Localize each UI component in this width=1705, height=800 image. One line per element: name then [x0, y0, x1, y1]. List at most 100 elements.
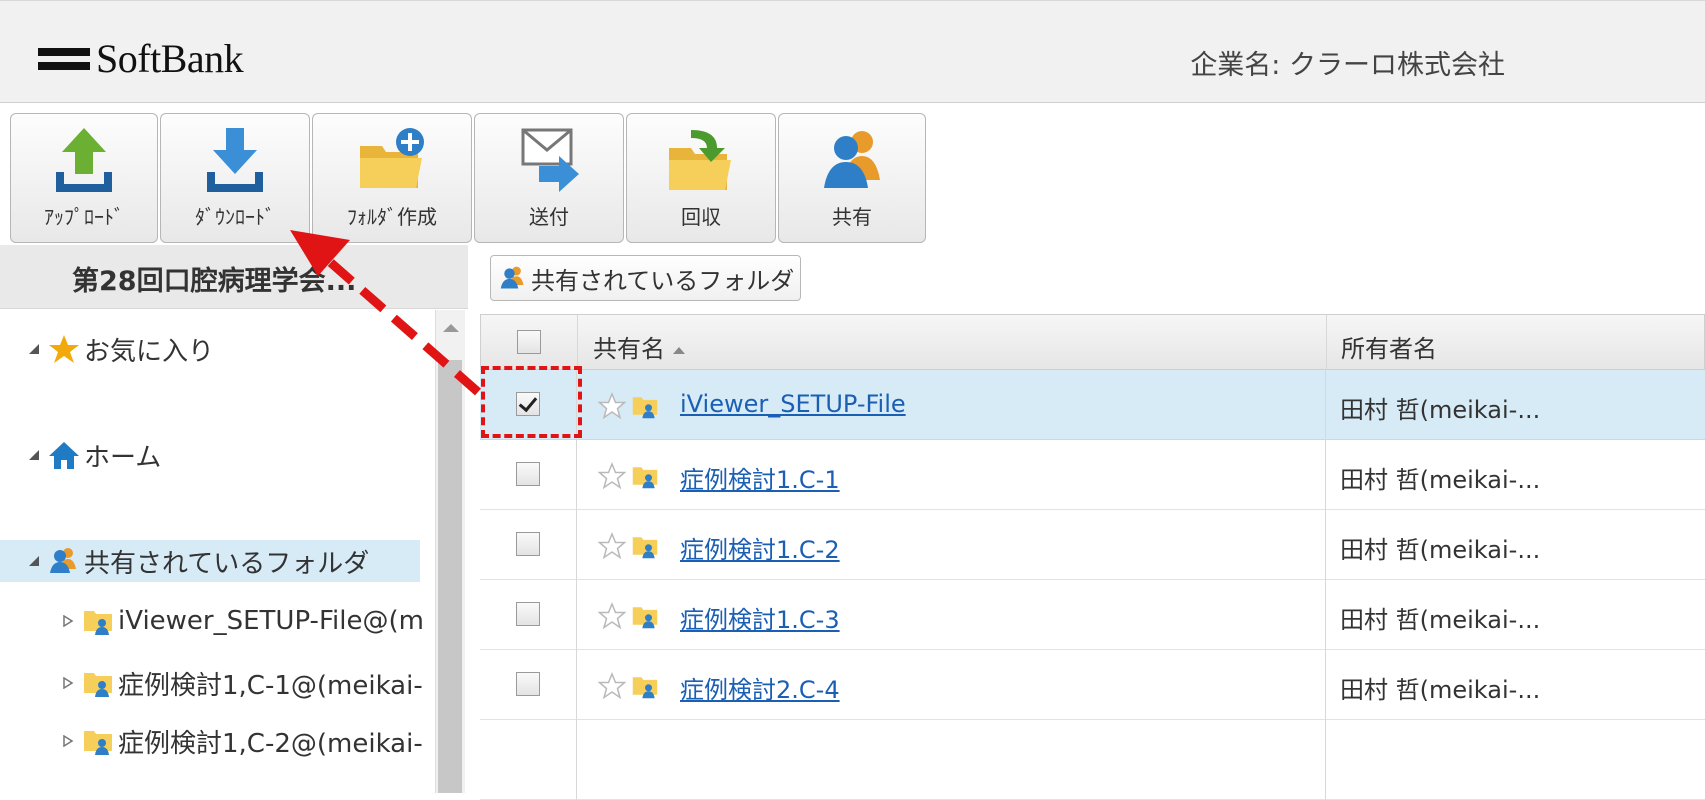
shared-folder-icon [632, 467, 658, 489]
favorite-star-icon[interactable] [598, 672, 626, 700]
row-checkbox[interactable] [516, 462, 540, 486]
home-icon [49, 442, 79, 469]
column-divider [1325, 370, 1326, 440]
tree-label-iviewer: iViewer_SETUP-File@(m [118, 606, 424, 636]
share-button[interactable]: 共有 [778, 113, 926, 243]
send-label: 送付 [529, 205, 569, 229]
owner-name: 田村 哲(meikai-... [1340, 396, 1541, 424]
softbank-logo: SoftBank [38, 36, 244, 81]
breadcrumb: 共有されているフォルダ [468, 245, 1705, 309]
tree-item-case-c2[interactable]: 症例検討1,C-2@(meikai- [0, 720, 435, 762]
tree-scrollbar[interactable] [435, 310, 465, 793]
upload-button[interactable]: ｱｯﾌﾟﾛｰﾄﾞ [10, 113, 158, 243]
select-all-checkbox[interactable] [517, 330, 541, 354]
column-divider [576, 510, 577, 580]
create-folder-label: ﾌｫﾙﾀﾞ作成 [347, 205, 437, 229]
company-name: 企業名: クラーロ株式会社 [1190, 50, 1505, 81]
star-icon [49, 335, 79, 363]
brand-name: SoftBank [96, 36, 244, 81]
table-row[interactable]: 症例検討2.C-4 田村 哲(meikai-... [480, 650, 1705, 720]
column-divider [576, 580, 577, 650]
breadcrumb-label: 共有されているフォルダ [531, 266, 795, 295]
row-checkbox[interactable] [516, 602, 540, 626]
expand-arrow-icon[interactable] [28, 449, 40, 461]
project-title: 第28回口腔病理学会... [72, 266, 357, 297]
share-users-icon [824, 131, 880, 188]
shared-folder-icon [632, 677, 658, 699]
create-folder-button[interactable]: ﾌｫﾙﾀﾞ作成 [312, 113, 472, 243]
left-panel-title: 第28回口腔病理学会... [0, 245, 468, 309]
favorite-star-icon[interactable] [598, 462, 626, 490]
tree-item-iviewer[interactable]: iViewer_SETUP-File@(m [0, 600, 435, 642]
send-button[interactable]: 送付 [474, 113, 624, 243]
collapse-arrow-icon[interactable] [62, 677, 74, 689]
favorite-star-icon[interactable] [598, 602, 626, 630]
column-divider [576, 440, 577, 510]
folder-tree: お気に入り ホーム 共有されているフォルダ iViewer_SETUP-File… [0, 310, 435, 793]
folder-retrieve-icon [669, 130, 731, 190]
upload-label: ｱｯﾌﾟﾛｰﾄﾞ [44, 205, 124, 229]
column-divider [576, 720, 577, 800]
share-name-link[interactable]: 症例検討1.C-1 [680, 460, 840, 495]
shared-users-icon [500, 266, 524, 289]
share-name-link[interactable]: 症例検討2.C-4 [680, 670, 840, 705]
shared-users-icon [50, 548, 76, 573]
favorite-star-icon[interactable] [598, 532, 626, 560]
tree-item-shared-folders[interactable]: 共有されているフォルダ [0, 540, 420, 582]
column-divider [1326, 315, 1327, 371]
shared-folder-icon [84, 731, 112, 755]
owner-name: 田村 哲(meikai-... [1340, 466, 1541, 494]
tree-item-favorites[interactable]: お気に入り [0, 328, 435, 370]
share-label: 共有 [832, 205, 872, 229]
row-checkbox[interactable] [516, 532, 540, 556]
tree-label-shared-folders: 共有されているフォルダ [84, 548, 370, 579]
expand-arrow-icon[interactable] [28, 555, 40, 567]
table-row[interactable] [480, 720, 1705, 800]
scroll-thumb[interactable] [438, 360, 462, 793]
table-row[interactable]: 症例検討1.C-1 田村 哲(meikai-... [480, 440, 1705, 510]
grid-header: 共有名 所有者名 [480, 314, 1705, 371]
owner-name: 田村 哲(meikai-... [1340, 676, 1541, 704]
table-row[interactable]: iViewer_SETUP-File 田村 哲(meikai-... [480, 370, 1705, 440]
download-button[interactable]: ﾀﾞｳﾝﾛｰﾄﾞ [160, 113, 310, 243]
softbank-logo-mark [38, 46, 92, 72]
download-label: ﾀﾞｳﾝﾛｰﾄﾞ [195, 205, 275, 229]
owner-name: 田村 哲(meikai-... [1340, 606, 1541, 634]
shared-folder-icon [84, 611, 112, 635]
tree-item-case-c1[interactable]: 症例検討1,C-1@(meikai- [0, 662, 435, 704]
favorite-star-icon[interactable] [598, 392, 626, 420]
share-name-link[interactable]: 症例検討1.C-3 [680, 600, 840, 635]
column-header-owner[interactable]: 所有者名 [1341, 329, 1437, 364]
send-mail-icon [521, 128, 579, 192]
share-name-link[interactable]: iViewer_SETUP-File [680, 390, 906, 418]
tree-label-case-c2: 症例検討1,C-2@(meikai- [118, 728, 423, 759]
toolbar: ｱｯﾌﾟﾛｰﾄﾞ ﾀﾞｳﾝﾛｰﾄﾞ ﾌｫﾙﾀﾞ作成 送付 回収 共有 [0, 103, 1705, 245]
column-divider [1325, 720, 1326, 800]
retrieve-label: 回収 [681, 205, 721, 229]
share-name-link[interactable]: 症例検討1.C-2 [680, 530, 840, 565]
column-divider [1325, 510, 1326, 580]
owner-name: 田村 哲(meikai-... [1340, 536, 1541, 564]
checkbox-highlight-annotation [481, 366, 582, 438]
column-divider [1325, 440, 1326, 510]
breadcrumb-shared-folders[interactable]: 共有されているフォルダ [490, 255, 802, 301]
shared-folder-icon [632, 537, 658, 559]
row-checkbox[interactable] [516, 672, 540, 696]
shared-folder-icon [84, 673, 112, 697]
column-header-share-name[interactable]: 共有名 [593, 329, 685, 364]
shared-folder-icon [632, 607, 658, 629]
column-header-share-name-label: 共有名 [593, 335, 665, 363]
scroll-up-arrow-icon[interactable] [443, 324, 459, 332]
collapse-arrow-icon[interactable] [62, 615, 74, 627]
app-header: SoftBank 企業名: クラーロ株式会社 [0, 0, 1705, 103]
retrieve-button[interactable]: 回収 [626, 113, 776, 243]
column-divider [577, 315, 578, 371]
folder-add-icon [360, 128, 424, 188]
collapse-arrow-icon[interactable] [62, 735, 74, 747]
table-row[interactable]: 症例検討1.C-2 田村 哲(meikai-... [480, 510, 1705, 580]
expand-arrow-icon[interactable] [28, 343, 40, 355]
column-divider [1325, 650, 1326, 720]
tree-item-home[interactable]: ホーム [0, 434, 435, 476]
table-row[interactable]: 症例検討1.C-3 田村 哲(meikai-... [480, 580, 1705, 650]
tree-label-favorites: お気に入り [84, 336, 215, 367]
